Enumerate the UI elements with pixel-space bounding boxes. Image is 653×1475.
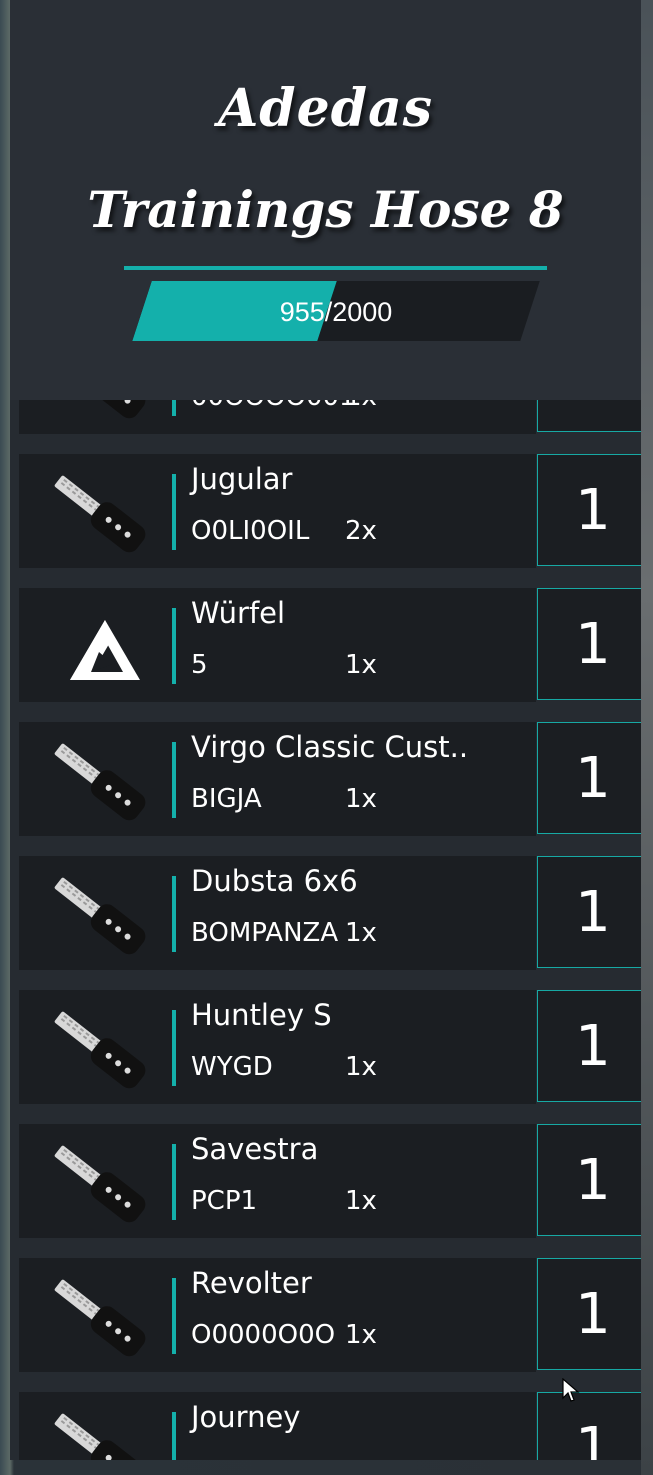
car-key-icon: [37, 862, 157, 966]
list-item[interactable]: Virgo Classic Cust.. BIGJA 1x 1: [19, 722, 641, 836]
car-key-icon: [37, 1264, 157, 1368]
item-plate: O0LI0OIL: [191, 516, 310, 546]
item-count-box[interactable]: 1: [537, 1258, 641, 1370]
item-plate: WYGD: [191, 1052, 273, 1082]
car-key-icon: [37, 996, 157, 1100]
background-edge: [641, 0, 653, 1475]
list-item[interactable]: Journey 1: [19, 1392, 641, 1460]
item-qty: 1x: [345, 1052, 377, 1082]
item-title-line2: Trainings Hose 8: [87, 180, 564, 239]
item-qty: 1x: [345, 784, 377, 814]
item-count-box[interactable]: 1: [537, 454, 641, 566]
item-plate: 5: [191, 650, 208, 680]
inventory-panel: 00OOOO001 1x 1 Jugular O0LI0OIL 2x: [10, 0, 641, 1460]
item-count-box[interactable]: 1: [537, 856, 641, 968]
item-qty: 2x: [345, 516, 377, 546]
list-item[interactable]: Dubsta 6x6 BOMPANZA 1x 1: [19, 856, 641, 970]
item-name: Savestra: [191, 1132, 319, 1166]
car-key-icon: [37, 1130, 157, 1234]
list-item[interactable]: Savestra PCP1 1x 1: [19, 1124, 641, 1238]
item-count-box[interactable]: 1: [537, 588, 641, 700]
list-item[interactable]: Huntley S WYGD 1x 1: [19, 990, 641, 1104]
item-name: Journey: [191, 1400, 301, 1434]
item-qty: 1x: [345, 1320, 377, 1350]
item-name: Virgo Classic Cust..: [191, 730, 469, 764]
inventory-header: Adedas Trainings Hose 8 955/2000: [10, 0, 641, 400]
list-item[interactable]: Revolter O0000O0O 1x 1: [19, 1258, 641, 1372]
item-qty: 1x: [345, 918, 377, 948]
list-item[interactable]: Würfel 5 1x 1: [19, 588, 641, 702]
item-name: Revolter: [191, 1266, 312, 1300]
car-key-icon: [37, 1398, 157, 1460]
item-name: Dubsta 6x6: [191, 864, 358, 898]
item-name: Jugular: [191, 462, 293, 496]
item-qty: 1x: [345, 650, 377, 680]
item-plate: BOMPANZA: [191, 918, 339, 948]
mouse-cursor-icon: [562, 1378, 580, 1402]
dice-triangle-icon: [37, 594, 157, 698]
item-name: Huntley S: [191, 998, 332, 1032]
item-plate: PCP1: [191, 1186, 258, 1216]
car-key-icon: [37, 728, 157, 832]
item-plate: O0000O0O: [191, 1320, 336, 1350]
item-title-line1: Adedas: [217, 78, 434, 139]
car-key-icon: [37, 460, 157, 564]
item-name: Würfel: [191, 596, 286, 630]
title-underline: [124, 266, 547, 270]
item-count-box[interactable]: 1: [537, 990, 641, 1102]
item-count-box[interactable]: 1: [537, 722, 641, 834]
item-count-box[interactable]: 1: [537, 1392, 641, 1460]
item-count-box[interactable]: 1: [537, 1124, 641, 1236]
item-plate: BIGJA: [191, 784, 262, 814]
progress-text: 955/2000: [279, 297, 393, 327]
list-item[interactable]: Jugular O0LI0OIL 2x 1: [19, 454, 641, 568]
item-qty: 1x: [345, 1186, 377, 1216]
